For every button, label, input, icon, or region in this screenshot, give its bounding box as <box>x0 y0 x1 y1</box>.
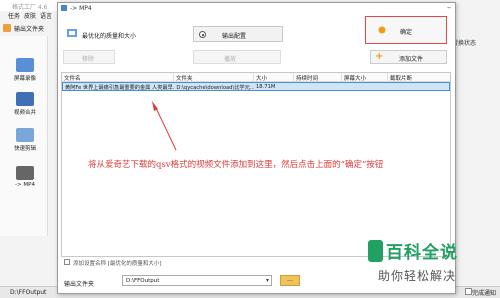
column-header[interactable]: 屏幕大小 <box>342 73 388 81</box>
app-menu: 任务 皮肤 语言 <box>0 11 52 21</box>
app-title: 格式工厂 4.6 <box>0 0 60 11</box>
play-button[interactable]: 播放 <box>193 50 281 64</box>
size-cell: 18.71M <box>256 84 276 90</box>
column-header[interactable]: 文件名 <box>62 73 174 81</box>
column-header[interactable]: 持续时间 <box>294 73 342 81</box>
chevron-down-icon: ▾ <box>265 277 269 284</box>
screen-record-icon <box>16 58 34 72</box>
clip-icon <box>16 128 34 142</box>
film-merge-icon <box>16 92 34 106</box>
minimize-icon[interactable]: – <box>447 3 451 12</box>
folder-cell: D:\qycache\download\比学元... <box>176 85 254 90</box>
screen-size-cell <box>342 83 388 90</box>
output-folder-label: 输出文件夹 <box>64 281 95 288</box>
column-header[interactable]: 文件夹 <box>174 73 254 81</box>
ok-icon <box>378 26 386 34</box>
remove-button[interactable]: 移除 <box>63 50 115 64</box>
watermark-title: 百科全说 <box>386 243 458 263</box>
plus-icon: + <box>375 51 384 62</box>
ok-button[interactable]: 确定 <box>365 16 447 44</box>
menu-skin[interactable]: 皮肤 <box>24 11 36 21</box>
sidebar-item-screen-record[interactable]: 屏幕录像 <box>4 58 46 82</box>
quality-label: 最优化的质量和大小 <box>82 33 137 40</box>
table-row[interactable]: 黄阿Fe 世界上最痛引急最重要的金属 人类最早... D:\qycache\do… <box>62 82 450 91</box>
radio-icon <box>199 31 206 38</box>
duration-cell <box>294 83 342 90</box>
sidebar: 屏幕录像 视频合并 快速剪辑 -> MP4 <box>0 36 48 236</box>
file-name-cell: 黄阿Fe 世界上最痛引急最重要的金属 人类最早... <box>65 85 175 90</box>
add-setting-label: 添加设置名称 [最优化的质量和大小] <box>73 261 162 267</box>
quality-icon <box>67 29 77 37</box>
dialog-title: -> MP4 <box>58 3 455 14</box>
menu-task[interactable]: 任务 <box>8 11 20 21</box>
add-setting-checkbox[interactable] <box>64 259 70 265</box>
watermark: 百科全说 助你轻松解决 <box>368 236 488 292</box>
sidebar-item-mp4[interactable]: -> MP4 <box>4 166 46 188</box>
video-file-icon <box>16 166 34 180</box>
sidebar-item-video-merge[interactable]: 视频合并 <box>4 92 46 116</box>
browse-folder-button[interactable]: ... <box>280 275 300 286</box>
column-header[interactable]: 截取片断 <box>388 73 450 81</box>
annotation-text: 将从爱奇艺下载的qsv格式的视频文件添加到这里，然后点击上面的“确定”按钮 <box>88 160 384 170</box>
output-config-button[interactable]: 输出配置 <box>193 26 283 42</box>
output-folder-select[interactable]: D:\FFOutput ▾ <box>122 275 272 286</box>
clip-cell <box>387 83 449 90</box>
add-file-button[interactable]: + 添加文件 <box>370 50 447 64</box>
menu-language[interactable]: 语言 <box>40 11 52 21</box>
sidebar-item-quick-clip[interactable]: 快速剪辑 <box>4 128 46 152</box>
column-header[interactable]: 大小 <box>254 73 294 81</box>
table-header: 文件名 文件夹 大小 持续时间 屏幕大小 截取片断 <box>62 73 450 82</box>
output-folder-toolbar-button[interactable]: 输出文件夹 <box>0 22 60 34</box>
watermark-subtitle: 助你轻松解决 <box>378 269 457 283</box>
watermark-logo-icon <box>368 240 383 262</box>
